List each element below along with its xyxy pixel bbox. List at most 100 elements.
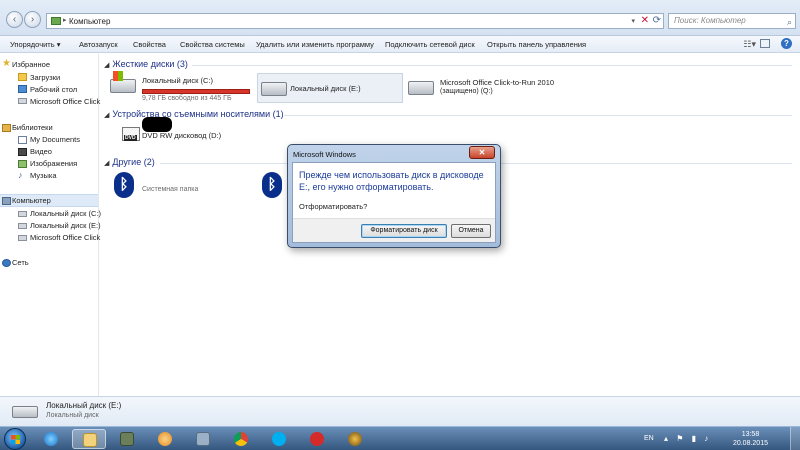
breadcrumb-arrow-icon[interactable]: ▸ bbox=[63, 16, 67, 24]
address-dropdown-icon[interactable]: ▾ bbox=[631, 17, 635, 25]
collapse-arrow-icon[interactable]: ◢ bbox=[104, 112, 109, 119]
organize-button[interactable]: Упорядочить ▾ bbox=[10, 40, 60, 49]
system-tray-icons[interactable]: ▴ ⚑ ▮ ♪ bbox=[664, 434, 711, 443]
collapse-arrow-icon[interactable]: ◢ bbox=[104, 62, 109, 69]
downloads-folder-icon bbox=[18, 73, 27, 81]
favorites-star-icon: ★ bbox=[2, 58, 11, 69]
section-other-label: Другие (2) bbox=[112, 157, 155, 167]
refresh-icon[interactable]: ⟳ bbox=[653, 15, 661, 26]
hard-drive-icon bbox=[110, 79, 136, 93]
open-control-panel-button[interactable]: Открыть панель управления bbox=[487, 40, 586, 49]
drive-c-tile[interactable]: Локальный диск (C:) 9,78 ГБ свободно из … bbox=[110, 71, 256, 103]
preview-pane-icon[interactable] bbox=[760, 39, 770, 48]
sidebar-item-drive-e[interactable]: Локальный диск (E:) bbox=[30, 221, 101, 230]
show-desktop-button[interactable] bbox=[790, 427, 800, 450]
sidebar-item-documents[interactable]: My Documents bbox=[30, 135, 80, 144]
hard-drive-icon bbox=[12, 406, 38, 418]
forward-button[interactable]: › bbox=[24, 11, 41, 28]
sidebar-group-favorites[interactable]: Избранное bbox=[12, 60, 50, 69]
change-view-icon[interactable]: ☷▾ bbox=[743, 39, 756, 50]
sidebar-item-video[interactable]: Видео bbox=[30, 147, 52, 156]
collapse-arrow-icon[interactable]: ◢ bbox=[104, 160, 109, 167]
command-bar: Упорядочить ▾ Автозапуск Свойства Свойст… bbox=[0, 36, 800, 53]
sidebar-item-desktop[interactable]: Рабочий стол bbox=[30, 85, 77, 94]
images-icon bbox=[18, 160, 27, 168]
drive-e-icon bbox=[18, 223, 27, 229]
drive-c-free-space: 9,78 ГБ свободно из 445 ГБ bbox=[142, 95, 232, 102]
taskbar-ie-icon[interactable] bbox=[34, 429, 68, 449]
taskbar-chrome-icon[interactable] bbox=[224, 429, 258, 449]
sidebar-group-libraries[interactable]: Библиотеки bbox=[12, 123, 53, 132]
map-network-drive-button[interactable]: Подключить сетевой диск bbox=[385, 40, 475, 49]
section-divider bbox=[192, 65, 792, 66]
properties-button[interactable]: Свойства bbox=[133, 40, 166, 49]
hard-drive-icon bbox=[261, 82, 287, 96]
sidebar-item-downloads[interactable]: Загрузки bbox=[30, 73, 60, 82]
cancel-button[interactable]: Отмена bbox=[451, 224, 491, 238]
desktop-icon bbox=[18, 85, 27, 93]
sidebar-item-office-drive[interactable]: Microsoft Office Click bbox=[30, 233, 100, 242]
taskbar-folder-apps-icon[interactable] bbox=[110, 429, 144, 449]
section-removable-label: Устройства со съемными носителями (1) bbox=[112, 109, 284, 119]
bluetooth-icon: ᛒ bbox=[114, 172, 134, 198]
taskbar-media-icon[interactable] bbox=[148, 429, 182, 449]
taskbar: EN ▴ ⚑ ▮ ♪ 13:58 20.08.2015 bbox=[0, 426, 800, 450]
search-input[interactable]: Поиск: Компьютер ⌕ bbox=[668, 13, 796, 29]
details-type: Локальный диск bbox=[46, 412, 99, 419]
dvd-drive-tile[interactable]: DVD DVD RW дисковод (D:) bbox=[118, 127, 258, 149]
search-placeholder: Поиск: Компьютер bbox=[674, 16, 746, 25]
section-divider bbox=[284, 115, 792, 116]
other-item-1[interactable]: ᛒ Системная папка bbox=[114, 172, 214, 200]
office-icon bbox=[18, 98, 27, 104]
dialog-title: Microsoft Windows bbox=[293, 150, 356, 159]
system-properties-button[interactable]: Свойства системы bbox=[180, 40, 245, 49]
drive-c-usage-bar bbox=[142, 89, 250, 94]
section-removable[interactable]: ◢ Устройства со съемными носителями (1) bbox=[104, 109, 284, 119]
dialog-footer: Форматировать диск Отмена bbox=[293, 218, 495, 242]
drive-e-name: Локальный диск (E:) bbox=[290, 84, 361, 93]
windows-flag-icon bbox=[113, 71, 123, 81]
dialog-close-button[interactable]: ✕ bbox=[469, 146, 495, 159]
help-icon[interactable]: ? bbox=[781, 38, 792, 49]
autoplay-button[interactable]: Автозапуск bbox=[79, 40, 118, 49]
network-icon bbox=[2, 259, 11, 267]
breadcrumb-computer[interactable]: Компьютер bbox=[69, 17, 110, 26]
bluetooth-icon: ᛒ bbox=[262, 172, 282, 198]
sidebar-group-network[interactable]: Сеть bbox=[12, 258, 29, 267]
drive-c-icon bbox=[18, 211, 27, 217]
taskbar-explorer-icon[interactable] bbox=[72, 429, 106, 449]
other-item-1-sub: Системная папка bbox=[142, 186, 199, 193]
section-other[interactable]: ◢ Другие (2) bbox=[104, 157, 155, 167]
taskbar-skype-icon[interactable] bbox=[262, 429, 296, 449]
drive-q-tile[interactable]: Microsoft Office Click-to-Run 2010 (защи… bbox=[408, 73, 568, 103]
clock[interactable]: 13:58 20.08.2015 bbox=[733, 430, 768, 448]
drive-q-name: Microsoft Office Click-to-Run 2010 bbox=[440, 78, 555, 87]
taskbar-warcraft-icon[interactable] bbox=[338, 429, 372, 449]
drive-e-tile[interactable]: Локальный диск (E:) bbox=[257, 73, 403, 103]
language-indicator[interactable]: EN bbox=[644, 435, 654, 442]
taskbar-tools-icon[interactable] bbox=[186, 429, 220, 449]
sidebar-item-office[interactable]: Microsoft Office Click bbox=[30, 97, 100, 106]
search-icon[interactable]: ⌕ bbox=[787, 15, 792, 29]
taskbar-app-14-icon[interactable] bbox=[300, 429, 334, 449]
sidebar-item-music[interactable]: Музыка bbox=[30, 171, 57, 180]
office-drive-icon bbox=[18, 235, 27, 241]
drive-c-name: Локальный диск (C:) bbox=[142, 76, 213, 85]
clock-date: 20.08.2015 bbox=[732, 440, 768, 447]
computer-icon bbox=[2, 197, 11, 205]
navigation-pane: ★ Избранное Загрузки Рабочий стол Micros… bbox=[0, 54, 101, 396]
format-disk-button[interactable]: Форматировать диск bbox=[361, 224, 447, 238]
section-hard-disks[interactable]: ◢ Жесткие диски (3) bbox=[104, 59, 188, 69]
uninstall-program-button[interactable]: Удалить или изменить программу bbox=[256, 40, 374, 49]
music-icon: ♪ bbox=[18, 170, 23, 180]
sidebar-item-drive-c[interactable]: Локальный диск (C:) bbox=[30, 209, 101, 218]
details-pane: Локальный диск (E:) Локальный диск bbox=[0, 396, 800, 426]
start-button[interactable] bbox=[4, 428, 26, 450]
address-bar[interactable]: ▸ Компьютер ▾ ✕ ⟳ bbox=[46, 13, 664, 29]
dvd-drive-name: DVD RW дисковод (D:) bbox=[142, 131, 222, 140]
hard-drive-icon bbox=[408, 81, 434, 95]
address-stop-icon[interactable]: ✕ bbox=[641, 15, 649, 26]
sidebar-item-images[interactable]: Изображения bbox=[30, 159, 77, 168]
sidebar-group-computer[interactable]: Компьютер bbox=[12, 196, 51, 205]
back-button[interactable]: ‹ bbox=[6, 11, 23, 28]
